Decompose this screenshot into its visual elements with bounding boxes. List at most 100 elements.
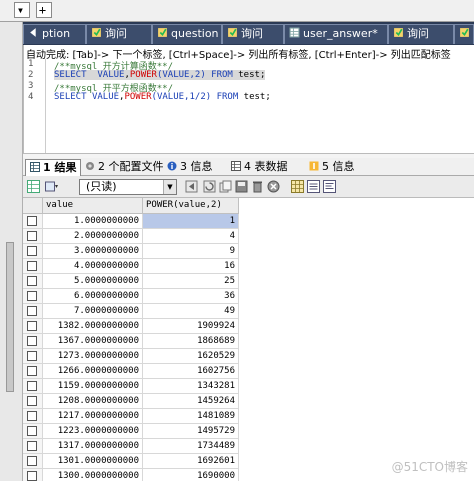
row-selector[interactable]	[23, 274, 43, 289]
tab-option[interactable]: ption	[23, 24, 86, 44]
tab-messages[interactable]: 5 信息	[305, 159, 359, 176]
collapse-button[interactable]: ▾	[14, 2, 30, 18]
cell-value[interactable]: 1382.0000000000	[43, 319, 143, 334]
table-row[interactable]: 1367.0000000000 1868689	[23, 334, 263, 349]
table-row[interactable]: 5.0000000000 25	[23, 274, 263, 289]
table-row[interactable]: 3.0000000000 9	[23, 244, 263, 259]
row-checkbox[interactable]	[27, 471, 37, 481]
row-checkbox[interactable]	[27, 381, 37, 391]
cell-value[interactable]: 1266.0000000000	[43, 364, 143, 379]
row-selector[interactable]	[23, 259, 43, 274]
cell-value[interactable]: 2.0000000000	[43, 229, 143, 244]
row-selector[interactable]	[23, 319, 43, 334]
refresh-icon[interactable]	[203, 180, 216, 193]
row-checkbox[interactable]	[27, 291, 37, 301]
cell-power[interactable]: 1868689	[143, 334, 239, 349]
row-selector[interactable]	[23, 454, 43, 469]
new-tab-button[interactable]: +	[36, 2, 52, 18]
row-checkbox[interactable]	[27, 336, 37, 346]
cell-value[interactable]: 1317.0000000000	[43, 439, 143, 454]
tab-query-3[interactable]: 询问	[388, 24, 454, 44]
cell-power[interactable]: 1481089	[143, 409, 239, 424]
row-selector[interactable]	[23, 244, 43, 259]
save-icon[interactable]	[235, 180, 248, 193]
table-row[interactable]: 1317.0000000000 1734489	[23, 439, 263, 454]
row-selector[interactable]	[23, 439, 43, 454]
vertical-scrollbar[interactable]	[6, 242, 14, 392]
row-checkbox[interactable]	[27, 246, 37, 256]
cell-value[interactable]: 1159.0000000000	[43, 379, 143, 394]
table-row[interactable]: 1223.0000000000 1495729	[23, 424, 263, 439]
row-checkbox[interactable]	[27, 366, 37, 376]
table-row[interactable]: 2.0000000000 4	[23, 229, 263, 244]
first-row-icon[interactable]	[185, 180, 198, 193]
row-selector[interactable]	[23, 409, 43, 424]
read-only-select[interactable]: (只读) ▼	[79, 179, 177, 195]
row-checkbox[interactable]	[27, 351, 37, 361]
row-selector[interactable]	[23, 349, 43, 364]
table-row[interactable]: 1301.0000000000 1692601	[23, 454, 263, 469]
cell-power[interactable]: 1495729	[143, 424, 239, 439]
table-row[interactable]: 1208.0000000000 1459264	[23, 394, 263, 409]
tab-question[interactable]: question	[152, 24, 222, 44]
cell-power[interactable]: 1692601	[143, 454, 239, 469]
cell-value[interactable]: 1217.0000000000	[43, 409, 143, 424]
row-checkbox[interactable]	[27, 441, 37, 451]
cell-power[interactable]: 1734489	[143, 439, 239, 454]
tab-query-1[interactable]: 询问	[86, 24, 152, 44]
cell-value[interactable]: 7.0000000000	[43, 304, 143, 319]
table-row[interactable]: 1273.0000000000 1620529	[23, 349, 263, 364]
cell-power[interactable]: 1343281	[143, 379, 239, 394]
row-checkbox[interactable]	[27, 426, 37, 436]
row-selector[interactable]	[23, 289, 43, 304]
table-row[interactable]: 1266.0000000000 1602756	[23, 364, 263, 379]
row-selector[interactable]	[23, 304, 43, 319]
cell-power[interactable]: 4	[143, 229, 239, 244]
cell-value[interactable]: 3.0000000000	[43, 244, 143, 259]
row-checkbox[interactable]	[27, 321, 37, 331]
row-selector[interactable]	[23, 214, 43, 229]
table-row[interactable]: 6.0000000000 36	[23, 289, 263, 304]
cell-power[interactable]: 1690000	[143, 469, 239, 481]
table-row[interactable]: 1159.0000000000 1343281	[23, 379, 263, 394]
cell-power[interactable]: 25	[143, 274, 239, 289]
cell-power[interactable]: 49	[143, 304, 239, 319]
cell-value[interactable]: 1223.0000000000	[43, 424, 143, 439]
tab-results[interactable]: 1 结果	[25, 159, 82, 176]
tab-profiles[interactable]: 2 个配置文件	[81, 159, 168, 176]
cell-value[interactable]: 4.0000000000	[43, 259, 143, 274]
table-row[interactable]: 4.0000000000 16	[23, 259, 263, 274]
row-checkbox[interactable]	[27, 306, 37, 316]
table-row[interactable]: 1382.0000000000 1909924	[23, 319, 263, 334]
row-checkbox[interactable]	[27, 216, 37, 226]
cell-power[interactable]: 1459264	[143, 394, 239, 409]
cell-power[interactable]: 9	[143, 244, 239, 259]
tab-user-answer[interactable]: user_answer*	[284, 24, 388, 44]
cell-value[interactable]: 1273.0000000000	[43, 349, 143, 364]
cell-value[interactable]: 1.0000000000	[43, 214, 143, 229]
row-checkbox[interactable]	[27, 411, 37, 421]
cell-value[interactable]: 5.0000000000	[43, 274, 143, 289]
cell-value[interactable]: 1367.0000000000	[43, 334, 143, 349]
row-checkbox[interactable]	[27, 261, 37, 271]
form-view-icon[interactable]	[307, 180, 320, 193]
sql-editor[interactable]: 自动完成: [Tab]-> 下一个标签, [Ctrl+Space]-> 列出所有…	[23, 45, 474, 153]
table-row[interactable]: 1217.0000000000 1481089	[23, 409, 263, 424]
row-checkbox[interactable]	[27, 231, 37, 241]
cell-power[interactable]: 1602756	[143, 364, 239, 379]
cell-value[interactable]: 1301.0000000000	[43, 454, 143, 469]
table-row[interactable]: 1300.0000000000 1690000	[23, 469, 263, 481]
delete-icon[interactable]	[251, 180, 264, 193]
cell-power[interactable]: 1620529	[143, 349, 239, 364]
tab-info[interactable]: 3 信息	[163, 159, 217, 176]
row-selector[interactable]	[23, 469, 43, 481]
table-row[interactable]: 7.0000000000 49	[23, 304, 263, 319]
cell-power[interactable]: 16	[143, 259, 239, 274]
cell-value[interactable]: 1208.0000000000	[43, 394, 143, 409]
tab-query-2[interactable]: 询问	[222, 24, 284, 44]
table-row[interactable]: 1.0000000000 1	[23, 214, 263, 229]
cell-power[interactable]: 1	[143, 214, 239, 229]
column-header-power[interactable]: POWER(value,2)	[143, 198, 239, 214]
cell-power[interactable]: 1909924	[143, 319, 239, 334]
row-selector[interactable]	[23, 424, 43, 439]
